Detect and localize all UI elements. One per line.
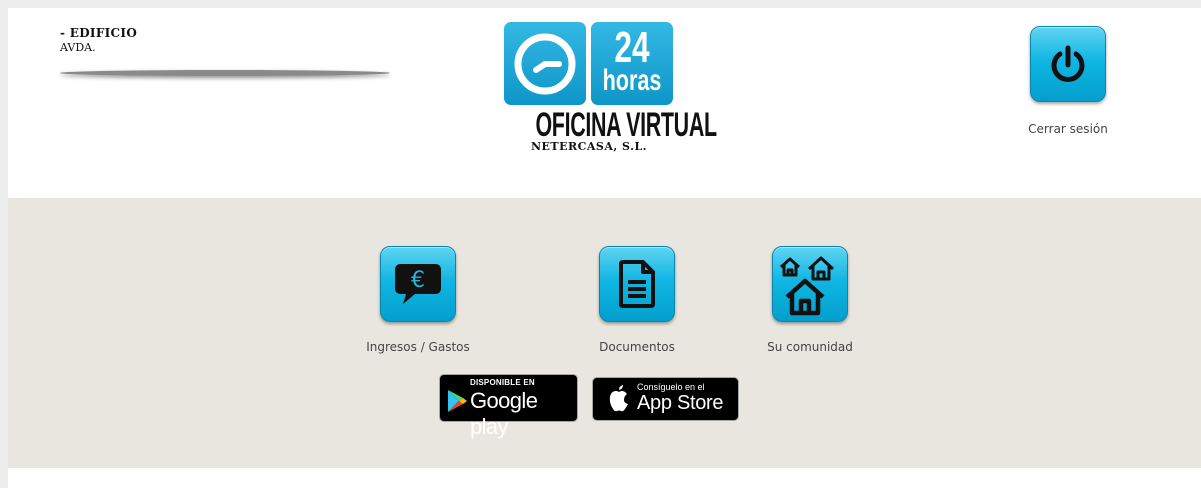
app-store-small-text: Consíguelo en el	[637, 382, 705, 392]
google-play-badge[interactable]: DISPONIBLE EN Google play	[439, 374, 578, 439]
clock-icon	[504, 22, 586, 105]
hours-badge: 24 horas	[591, 22, 673, 105]
logout-button[interactable]: Cerrar sesión	[1013, 26, 1123, 136]
menu-item-documentos[interactable]: Documentos	[574, 246, 700, 354]
address-divider	[60, 70, 390, 76]
page: - EDIFICIO AVDA. 24 horas OFICINA VIRTUA…	[8, 8, 1201, 488]
menu-item-label[interactable]: Su comunidad	[747, 340, 873, 354]
menu-item-label[interactable]: Documentos	[574, 340, 700, 354]
google-play-text: Google play	[470, 388, 538, 439]
logo-oficina-virtual: 24 horas OFICINA VIRTUAL NETERCASA, S.L.	[504, 22, 717, 153]
document-icon[interactable]	[599, 246, 675, 322]
menu-item-label[interactable]: Ingresos / Gastos	[355, 340, 481, 354]
google-play-icon	[448, 390, 467, 412]
houses-icon[interactable]	[772, 246, 848, 322]
apple-icon	[609, 385, 628, 412]
hours-word: horas	[602, 64, 662, 97]
app-store-text: App Store	[637, 392, 724, 414]
main-menu: € Ingresos / Gastos Documentos Su comuni…	[8, 198, 1201, 468]
app-store-badge[interactable]: Consíguelo en el App Store	[592, 377, 739, 421]
svg-text:€: €	[411, 268, 425, 293]
power-icon[interactable]	[1030, 26, 1106, 102]
menu-item-su-comunidad[interactable]: Su comunidad	[747, 246, 873, 354]
google-play-small-text: DISPONIBLE EN	[470, 378, 535, 387]
address-line-1: - EDIFICIO	[60, 26, 138, 40]
logo-title: OFICINA VIRTUAL	[535, 106, 717, 144]
euro-speech-bubble-icon[interactable]: €	[380, 246, 456, 322]
menu-item-ingresos-gastos[interactable]: € Ingresos / Gastos	[355, 246, 481, 354]
store-badges: DISPONIBLE EN Google play Consíguelo en …	[439, 374, 839, 439]
community-address: - EDIFICIO AVDA.	[60, 26, 137, 54]
address-line-2: AVDA.	[60, 41, 96, 54]
logout-label[interactable]: Cerrar sesión	[1013, 122, 1123, 136]
